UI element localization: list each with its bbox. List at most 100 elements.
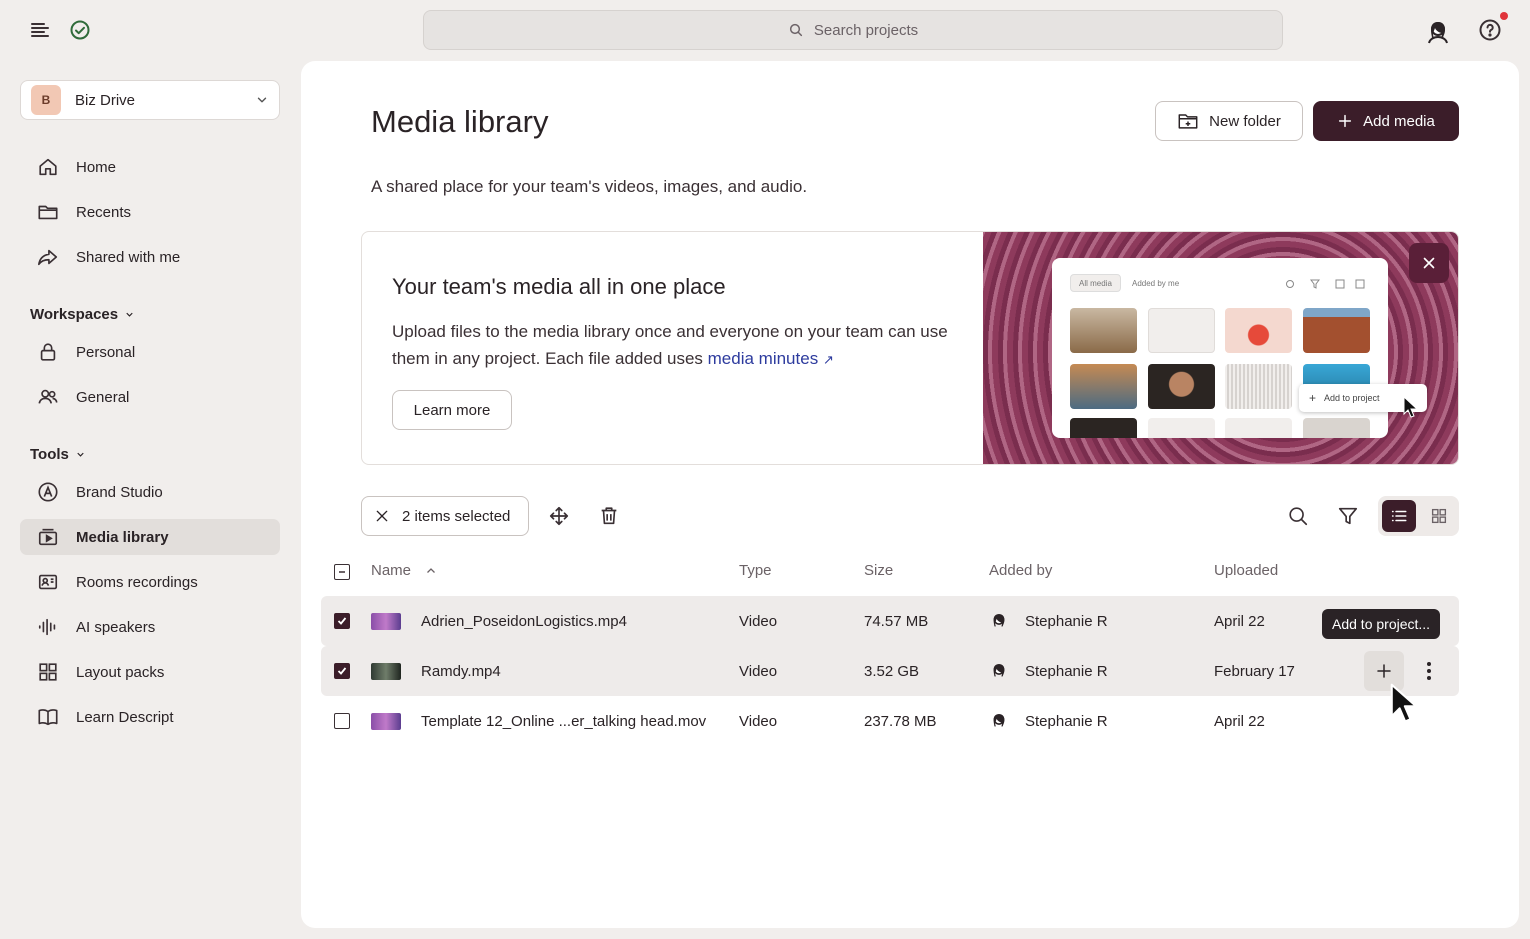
sidebar-item-personal[interactable]: Personal: [20, 334, 280, 370]
add-to-project-tooltip: Add to project...: [1322, 609, 1441, 639]
close-icon: [374, 508, 390, 524]
column-header-size[interactable]: Size: [864, 562, 893, 579]
header-label: Name: [371, 562, 412, 579]
mock-folder-thumb: [1148, 418, 1215, 438]
mock-thumb: [1303, 308, 1370, 353]
sidebar-toggle-icon[interactable]: [28, 18, 52, 42]
sidebar-item-label: Recents: [76, 203, 132, 221]
sidebar-item-recents[interactable]: Recents: [20, 194, 280, 230]
sidebar-item-ai-speakers[interactable]: AI speakers: [20, 609, 280, 645]
sidebar-item-layout-packs[interactable]: Layout packs: [20, 654, 280, 690]
media-minutes-link[interactable]: media minutes ↗: [708, 349, 834, 368]
mock-thumb: [1303, 418, 1370, 438]
new-folder-label: New folder: [1209, 112, 1281, 130]
mock-thumb: [1225, 308, 1292, 353]
plus-icon: +: [1309, 391, 1317, 405]
upload-date: April 22: [1214, 712, 1265, 730]
banner-text: Upload files to the media library once a…: [392, 318, 952, 373]
sidebar-item-label: Personal: [76, 343, 136, 361]
more-vertical-icon: [1426, 661, 1432, 681]
grid-view-button[interactable]: [1422, 500, 1456, 532]
learn-more-label: Learn more: [413, 401, 491, 419]
user-avatar-icon: [989, 711, 1009, 731]
row-checkbox[interactable]: [334, 713, 350, 729]
sidebar-item-brand-studio[interactable]: Brand Studio: [20, 474, 280, 510]
banner-body: Upload files to the media library once a…: [392, 322, 948, 368]
filter-icon[interactable]: [1337, 505, 1359, 527]
video-thumbnail: [371, 713, 401, 730]
sort-ascending-icon: [425, 565, 437, 577]
close-icon: [1420, 254, 1438, 272]
people-icon: [37, 386, 59, 408]
sidebar-item-shared[interactable]: Shared with me: [20, 239, 280, 275]
clear-selection-button[interactable]: 2 items selected: [361, 496, 529, 536]
video-thumbnail: [371, 613, 401, 630]
page-title: Media library: [371, 104, 549, 139]
file-type: Video: [739, 662, 778, 680]
table-row[interactable]: Template 12_Online ...er_talking head.mo…: [321, 696, 1459, 746]
mock-audio-thumb: [1225, 364, 1292, 409]
mock-thumb: [1148, 364, 1215, 409]
external-link-icon: ↗: [822, 352, 834, 367]
mock-folder-thumb: [1225, 418, 1292, 438]
move-icon[interactable]: [548, 505, 570, 527]
search-input[interactable]: Search projects: [423, 10, 1283, 50]
add-media-label: Add media: [1363, 112, 1435, 130]
tools-section[interactable]: Tools: [30, 446, 86, 463]
list-view-button[interactable]: [1382, 500, 1416, 532]
search-icon: [788, 22, 804, 38]
mock-thumb: [1070, 364, 1137, 409]
file-type: Video: [739, 712, 778, 730]
sidebar-item-label: AI speakers: [76, 618, 156, 636]
learn-more-button[interactable]: Learn more: [392, 390, 512, 430]
sidebar-item-label: Shared with me: [76, 248, 181, 266]
workspaces-section[interactable]: Workspaces: [30, 306, 135, 323]
notification-dot: [1500, 12, 1508, 20]
file-type: Video: [739, 612, 778, 630]
media-library-icon: [37, 526, 59, 548]
added-by: Stephanie R: [989, 696, 1108, 746]
mock-folder-thumb: [1148, 308, 1215, 353]
drive-selector[interactable]: B Biz Drive: [20, 80, 280, 120]
table-row[interactable]: Ramdy.mp4 Video 3.52 GB Stephanie R Febr…: [321, 646, 1459, 696]
folder-icon: [37, 201, 59, 223]
new-folder-button[interactable]: New folder: [1155, 101, 1303, 141]
file-size: 3.52 GB: [864, 662, 920, 680]
search-icon[interactable]: [1287, 505, 1309, 527]
column-header-type[interactable]: Type: [739, 562, 772, 579]
drive-badge: B: [31, 85, 61, 115]
banner-title: Your team's media all in one place: [392, 274, 726, 299]
mouse-cursor-icon: [1390, 683, 1418, 725]
select-all-checkbox[interactable]: [334, 564, 350, 580]
added-by-name: Stephanie R: [1025, 712, 1108, 730]
table-row[interactable]: Adrien_PoseidonLogistics.mp4 Video 74.57…: [321, 596, 1459, 646]
plus-icon: [1375, 662, 1393, 680]
sidebar-item-general[interactable]: General: [20, 379, 280, 415]
sidebar-item-learn-descript[interactable]: Learn Descript: [20, 699, 280, 735]
list-icon: [1390, 507, 1408, 525]
mock-thumb: [1070, 418, 1137, 438]
column-header-uploaded[interactable]: Uploaded: [1214, 562, 1278, 579]
sidebar-item-label: Layout packs: [76, 663, 165, 681]
column-header-added-by[interactable]: Added by: [989, 562, 1052, 579]
home-icon: [37, 156, 59, 178]
sidebar-item-rooms-recordings[interactable]: Rooms recordings: [20, 564, 280, 600]
mock-toolbar-icons: [1284, 278, 1365, 289]
sidebar-item-media-library[interactable]: Media library: [20, 519, 280, 555]
row-checkbox[interactable]: [334, 663, 350, 679]
row-checkbox[interactable]: [334, 613, 350, 629]
user-avatar-icon[interactable]: [1425, 18, 1449, 44]
add-media-button[interactable]: Add media: [1313, 101, 1459, 141]
help-icon[interactable]: [1478, 18, 1502, 42]
sidebar-item-label: Brand Studio: [76, 483, 163, 501]
search-placeholder: Search projects: [813, 21, 919, 39]
check-circle-icon[interactable]: [68, 18, 92, 42]
trash-icon[interactable]: [598, 505, 620, 527]
close-banner-button[interactable]: [1409, 243, 1449, 283]
column-header-name[interactable]: Name: [371, 562, 437, 579]
sidebar-item-home[interactable]: Home: [20, 149, 280, 185]
upload-date: February 17: [1214, 662, 1295, 680]
grid-icon: [37, 661, 59, 683]
brand-icon: [37, 481, 59, 503]
more-options-button[interactable]: [1417, 658, 1441, 684]
